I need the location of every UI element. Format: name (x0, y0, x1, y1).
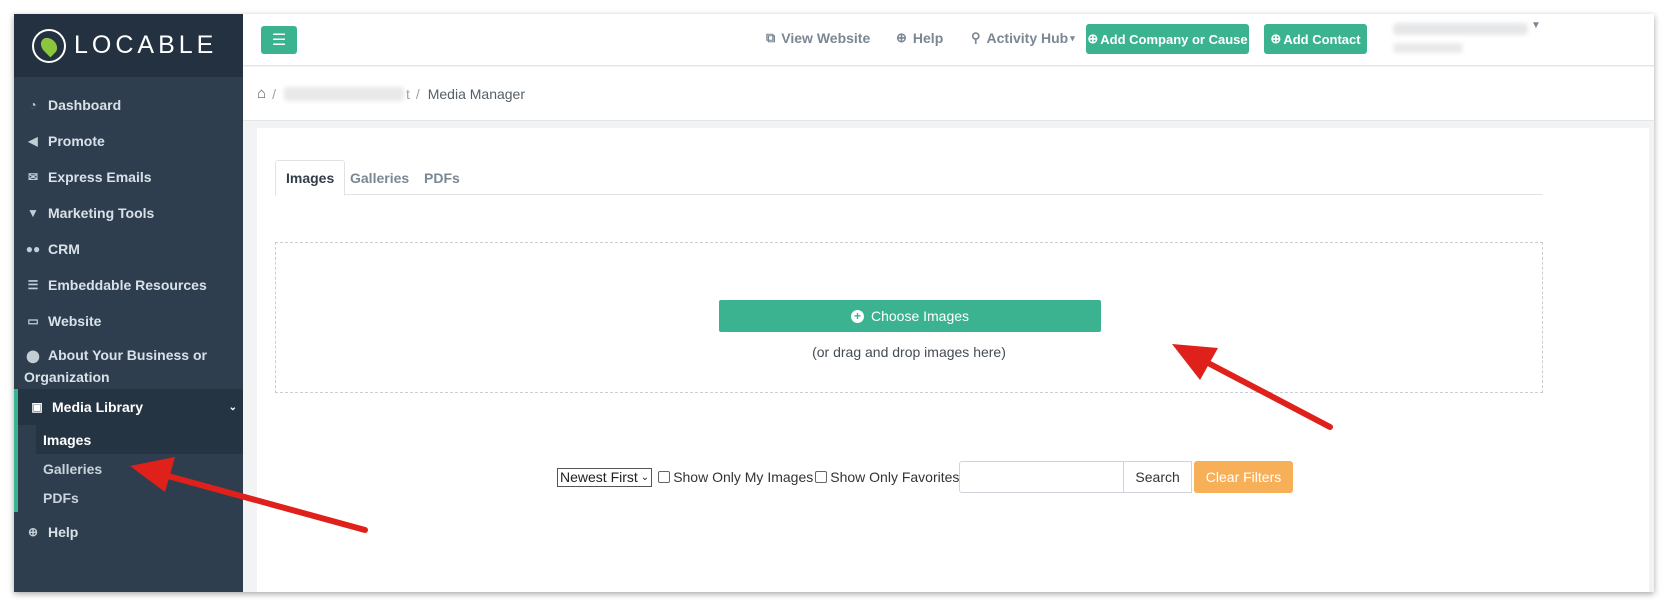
filter-icon: ▼ (27, 206, 39, 220)
gauge-icon: ◔ (29, 98, 37, 112)
choose-images-button[interactable]: + Choose Images (719, 300, 1101, 332)
lifebuoy-icon: ⊕ (27, 525, 39, 539)
sidebar-item-label: Website (48, 313, 102, 329)
breadcrumb-separator: / (272, 85, 276, 102)
choose-images-label: Choose Images (870, 308, 970, 324)
sidebar-item-crm[interactable]: ●● CRM (14, 231, 243, 267)
walking-person-icon: ⚲ (971, 30, 981, 45)
filter-bar: Newest First ⌄ Show Only My Images Show … (557, 460, 1294, 494)
sidebar-item-label: CRM (48, 241, 80, 257)
megaphone-icon: ◀ (28, 134, 38, 148)
sidebar-item-label: Embeddable Resources (48, 277, 207, 293)
activity-hub-dropdown[interactable]: ⚲ Activity Hub ▾ (971, 30, 1075, 46)
breadcrumb: ⌂ / t / Media Manager (243, 67, 1654, 121)
sidebar-item-promote[interactable]: ◀ Promote (14, 123, 243, 159)
media-manager-panel: Images Galleries PDFs + Choose Images (o… (257, 128, 1649, 592)
chevron-down-icon: ⌄ (640, 471, 650, 483)
users-icon: ●● (25, 242, 41, 256)
sidebar-subitem-galleries[interactable]: Galleries (18, 454, 243, 483)
envelope-icon: ✉ (27, 170, 39, 184)
breadcrumb-org-redacted[interactable] (283, 86, 404, 101)
sidebar-item-label: About Your Business or Organization (24, 347, 207, 385)
image-dropzone[interactable]: + Choose Images (or drag and drop images… (275, 242, 1543, 393)
sidebar-item-label: Marketing Tools (48, 205, 155, 221)
sidebar-item-label: Help (48, 524, 79, 540)
sidebar-item-marketing-tools[interactable]: ▼ Marketing Tools (14, 195, 243, 231)
locable-logo-icon (32, 28, 66, 63)
view-website-label: View Website (781, 30, 871, 46)
app-window: LOCABLE ◔ Dashboard ◀ Promote ✉ Express … (14, 14, 1654, 592)
user-menu[interactable]: ▼ (1393, 18, 1543, 58)
chevron-down-icon[interactable]: ⌄ (229, 402, 237, 413)
add-company-label: Add Company or Cause (1100, 31, 1248, 47)
plus-circle-icon: ⊕ (1270, 31, 1282, 46)
user-org-redacted (1393, 43, 1463, 53)
activity-hub-label: Activity Hub (986, 30, 1069, 46)
sidebar-item-help[interactable]: ⊕ Help (14, 514, 243, 550)
brand-name: LOCABLE (74, 31, 218, 59)
tab-pdfs[interactable]: PDFs (424, 160, 460, 196)
sidebar-item-media-library[interactable]: ▣ Media Library ⌄ (14, 389, 243, 425)
sidebar-item-embeddable-resources[interactable]: ☰ Embeddable Resources (14, 267, 243, 303)
user-name-redacted (1393, 23, 1528, 35)
sidebar-item-label: Dashboard (48, 97, 122, 113)
tab-galleries[interactable]: Galleries (350, 160, 409, 196)
sidebar-item-label: Express Emails (48, 169, 152, 185)
sidebar-subitem-pdfs[interactable]: PDFs (18, 483, 243, 512)
plus-circle-icon: ⊕ (1087, 31, 1099, 46)
sort-value: Newest First (560, 469, 638, 485)
tab-images[interactable]: Images (275, 160, 346, 196)
add-company-button[interactable]: ⊕ Add Company or Cause (1086, 24, 1249, 54)
search-button[interactable]: Search (1124, 461, 1192, 493)
search-input[interactable] (959, 461, 1125, 493)
help-label: Help (912, 30, 944, 46)
sidebar-item-label: Media Library (52, 399, 144, 415)
caret-down-icon: ▼ (1531, 20, 1541, 31)
sidebar-subitem-images[interactable]: Images (36, 425, 243, 454)
home-icon[interactable]: ⌂ (257, 85, 266, 102)
sidebar-item-express-emails[interactable]: ✉ Express Emails (14, 159, 243, 195)
only-favorites-label: Show Only Favorites (830, 469, 960, 485)
drag-drop-hint: (or drag and drop images here) (812, 344, 1006, 360)
sidebar-item-website[interactable]: ▭ Website (14, 303, 243, 339)
only-my-images-checkbox[interactable] (658, 471, 671, 483)
breadcrumb-separator: / (415, 85, 420, 102)
hamburger-menu-button[interactable]: ☰ (261, 26, 297, 54)
media-library-subnav: Images Galleries PDFs (14, 425, 243, 512)
add-contact-button[interactable]: ⊕ Add Contact (1264, 24, 1367, 54)
sidebar-item-label: Promote (48, 133, 105, 149)
help-link[interactable]: ⊕ Help (896, 30, 943, 46)
caret-down-icon: ▾ (1070, 32, 1075, 43)
hamburger-icon: ☰ (271, 32, 287, 49)
lifebuoy-icon: ⊕ (896, 30, 907, 45)
image-icon: ▣ (31, 400, 43, 414)
clear-filters-button[interactable]: Clear Filters (1193, 461, 1294, 493)
topbar: ☰ ⧉ View Website ⊕ Help ⚲ Activity Hub ▾… (243, 14, 1654, 66)
logo[interactable]: LOCABLE (14, 14, 243, 77)
signpost-icon: ☰ (27, 278, 39, 292)
external-link-icon: ⧉ (766, 30, 776, 45)
plus-circle-icon: + (850, 309, 864, 323)
add-contact-label: Add Contact (1283, 31, 1361, 47)
only-my-images-label: Show Only My Images (673, 469, 814, 485)
media-tabs: Images Galleries PDFs (275, 160, 1543, 196)
map-pin-icon: ⬤ (26, 349, 40, 363)
only-favorites-checkbox[interactable] (815, 471, 828, 483)
sidebar: LOCABLE ◔ Dashboard ◀ Promote ✉ Express … (14, 14, 243, 592)
view-website-link[interactable]: ⧉ View Website (766, 30, 870, 46)
breadcrumb-org-tail: t (405, 85, 410, 102)
sidebar-item-about-business[interactable]: ⬤ About Your Business or Organization (14, 339, 243, 385)
sort-select[interactable]: Newest First ⌄ (557, 467, 653, 487)
monitor-icon: ▭ (27, 314, 39, 328)
breadcrumb-current: Media Manager (427, 85, 526, 102)
sidebar-item-dashboard[interactable]: ◔ Dashboard (14, 87, 243, 123)
